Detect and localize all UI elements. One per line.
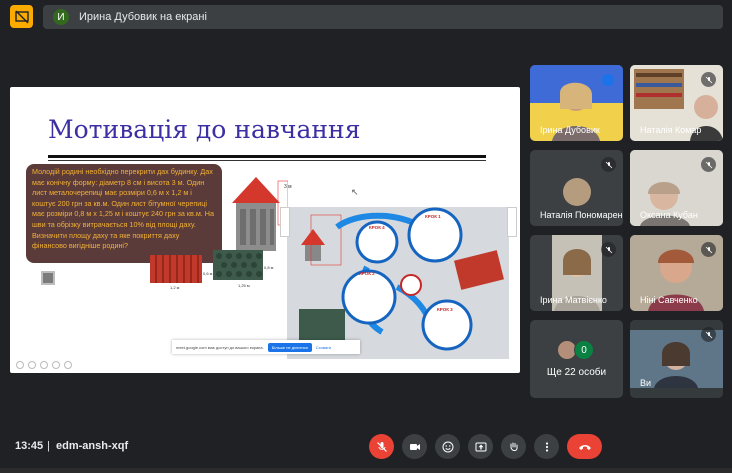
step-2-label: КРОК 2 xyxy=(359,271,375,276)
metal-tile-image xyxy=(150,255,202,283)
tile2-width-label: 1,25 м xyxy=(238,283,250,288)
mic-toggle-button[interactable] xyxy=(369,434,394,459)
clock: 13:45 xyxy=(15,440,44,452)
next-slide-icon[interactable] xyxy=(28,361,36,369)
screen-share-notice: meet.google.com має доступ до вашого екр… xyxy=(172,340,360,354)
step-1-label: КРОК 1 xyxy=(425,214,441,219)
participant-tile-2[interactable]: Наталія Комар xyxy=(630,65,723,141)
more-count-badge: 0 xyxy=(574,340,594,360)
stop-sharing-button[interactable]: Більше не ділитися xyxy=(267,342,312,352)
emoji-icon xyxy=(442,441,453,452)
mic-off-icon xyxy=(701,327,716,342)
leave-call-button[interactable] xyxy=(567,434,602,459)
participant-name: Ірина Матвієнко xyxy=(540,295,607,305)
slide-square-shape xyxy=(41,271,55,285)
end-call-icon xyxy=(578,444,591,450)
more-participants-label: Ще 22 особи xyxy=(546,367,607,378)
presenter-title: Ирина Дубовик на екрані xyxy=(79,11,207,23)
options-icon[interactable] xyxy=(64,361,72,369)
slide-divider-thin xyxy=(48,160,486,161)
tile1-width-label: 1,2 м xyxy=(170,285,180,290)
reactions-button[interactable] xyxy=(435,434,460,459)
mic-off-icon xyxy=(701,157,716,172)
participant-name: Ніні Савченко xyxy=(640,295,698,305)
participant-tile-1[interactable]: Ірина Дубовик xyxy=(530,65,623,141)
more-avatars: 0 xyxy=(557,340,594,360)
step-3-label: КРОК 3 xyxy=(437,307,453,312)
share-notice-text: meet.google.com має доступ до вашого екр… xyxy=(176,344,264,350)
hide-notice-link[interactable]: Сховати xyxy=(316,345,331,350)
camera-toggle-button[interactable] xyxy=(402,434,427,459)
participant-tile-5[interactable]: Ірина Матвієнко xyxy=(530,235,623,311)
mic-off-icon xyxy=(701,72,716,87)
participant-name: Ірина Дубовик xyxy=(540,125,600,135)
bitumen-tile-image xyxy=(213,250,263,280)
panel-right-handle[interactable] xyxy=(507,207,517,237)
tower-illustration xyxy=(232,177,288,251)
tile2-height-label: 0,8 м xyxy=(264,265,274,270)
more-participants-tile[interactable]: 0 Ще 22 особи xyxy=(530,320,623,398)
zoom-icon[interactable] xyxy=(52,361,60,369)
speaking-indicator-icon xyxy=(602,74,614,86)
slide-divider xyxy=(48,155,486,158)
bottom-separator: | xyxy=(47,440,50,452)
mic-off-icon xyxy=(601,242,616,257)
problem-text: Молодій родині необхідно перекрити дах б… xyxy=(26,164,222,263)
raise-hand-icon xyxy=(510,442,517,451)
more-vert-icon xyxy=(545,441,548,452)
self-name: Ви xyxy=(640,378,652,388)
dimension-3m: 3 м xyxy=(284,184,292,190)
shared-screen: Мотивація до навчання Молодій родині нео… xyxy=(10,87,520,373)
step-4-label: КРОК 4 xyxy=(369,225,385,230)
participant-tile-6[interactable]: Ніні Савченко xyxy=(630,235,723,311)
prev-slide-icon[interactable] xyxy=(16,361,24,369)
participant-name: Оксана Кубан xyxy=(640,210,698,220)
present-off-icon xyxy=(14,10,29,23)
tile1-height-label: 0,6 м xyxy=(203,271,213,276)
meeting-code: edm-ansh-xqf xyxy=(56,440,129,452)
cursor-icon: ↖ xyxy=(351,187,359,197)
participant-tile-3[interactable]: Наталія Пономаренко xyxy=(530,150,623,226)
pen-icon[interactable] xyxy=(40,361,48,369)
presenter-avatar: И xyxy=(53,9,69,25)
steps-panel: КРОК 1 КРОК 2 КРОК 3 КРОК 4 xyxy=(287,207,509,359)
slideshow-toolbar xyxy=(16,361,72,369)
presenter-banner: И Ирина Дубовик на екрані xyxy=(43,5,723,29)
mic-off-icon xyxy=(601,157,616,172)
avatar xyxy=(563,178,591,206)
participant-tile-4[interactable]: Оксана Кубан xyxy=(630,150,723,226)
stop-presenting-button[interactable] xyxy=(10,5,33,28)
more-options-button[interactable] xyxy=(534,434,559,459)
present-screen-button[interactable] xyxy=(468,434,493,459)
os-taskbar xyxy=(0,468,732,473)
camera-icon xyxy=(409,443,420,450)
mic-off-icon xyxy=(701,242,716,257)
steps-diagram xyxy=(299,207,504,351)
self-tile[interactable]: Ви xyxy=(630,320,723,398)
participant-name: Наталія Комар xyxy=(640,125,702,135)
raise-hand-button[interactable] xyxy=(501,434,526,459)
present-screen-icon xyxy=(475,442,486,451)
participant-name: Наталія Пономаренко xyxy=(540,210,623,220)
slide-title: Мотивація до навчання xyxy=(48,115,361,144)
panel-left-handle[interactable] xyxy=(280,207,290,237)
mic-off-icon xyxy=(376,441,387,452)
